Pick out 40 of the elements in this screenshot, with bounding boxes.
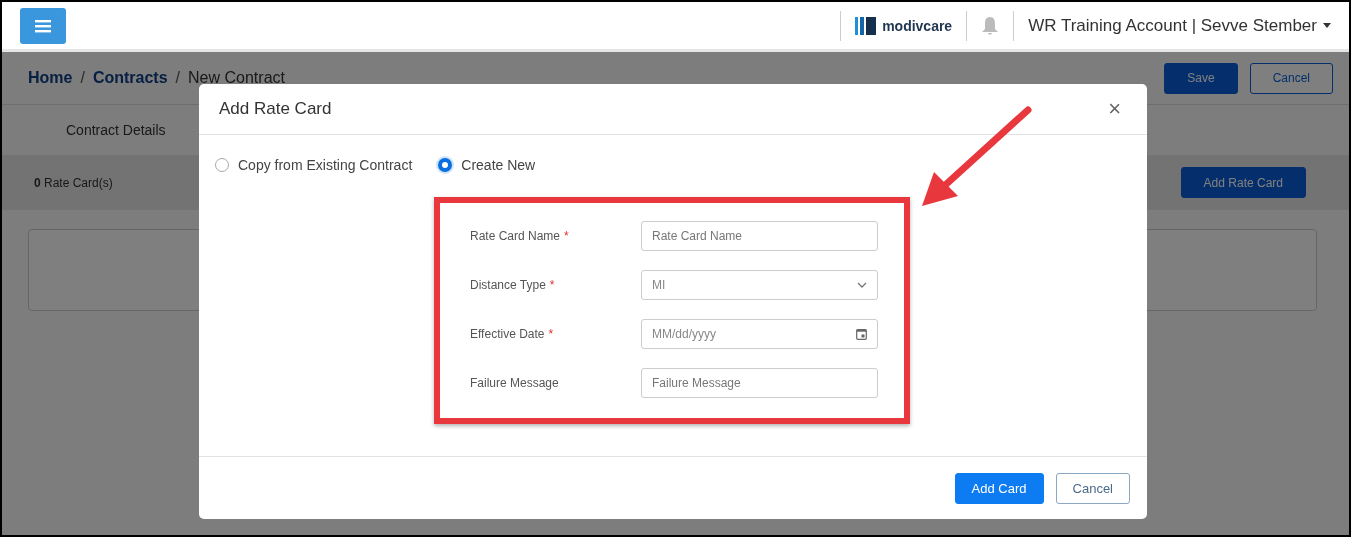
calendar-icon — [856, 328, 867, 340]
breadcrumb-current: New Contract — [188, 69, 285, 87]
radio-button[interactable] — [215, 158, 229, 172]
field-label: Distance Type — [470, 278, 546, 292]
breadcrumb-separator: / — [80, 69, 85, 87]
chevron-down-icon — [857, 282, 867, 288]
distance-type-select[interactable]: MI — [641, 270, 878, 300]
logo-text: modivcare — [882, 17, 953, 34]
dialog-title: Add Rate Card — [219, 99, 332, 119]
add-card-button[interactable]: Add Card — [954, 472, 1044, 504]
date-field[interactable]: MM/dd/yyyy — [641, 319, 878, 349]
input-field[interactable]: Rate Card Name — [641, 221, 878, 251]
cancel-button[interactable]: Cancel — [1249, 62, 1333, 94]
menu-icon — [35, 18, 51, 33]
field-label: Failure Message — [470, 376, 559, 390]
add-rate-card-button[interactable]: Add Rate Card — [1180, 167, 1306, 198]
breadcrumb-link[interactable]: Home — [28, 69, 73, 87]
field-label: Rate Card Name — [470, 229, 561, 243]
breadcrumb-link[interactable]: Contracts — [92, 69, 168, 87]
field-label: Effective Date — [470, 327, 545, 341]
account-menu[interactable]: WR Training Account | Sevve Stember — [1028, 15, 1331, 36]
radio-label: Create New — [461, 157, 536, 173]
required-mark: * — [548, 327, 554, 341]
radio-option[interactable]: Create New — [438, 157, 536, 173]
required-mark: * — [549, 278, 555, 292]
section-tab[interactable]: Contract Details — [66, 122, 166, 138]
breadcrumb-separator: / — [175, 69, 181, 87]
logo-icon — [855, 16, 878, 35]
save-button[interactable]: Save — [1164, 62, 1238, 94]
cancel-button[interactable]: Cancel — [1055, 472, 1130, 504]
bell-icon[interactable] — [981, 15, 1000, 36]
radio-button[interactable] — [438, 158, 453, 172]
input-field[interactable]: Failure Message — [641, 368, 878, 398]
close-button[interactable]: × — [1104, 96, 1125, 122]
menu-button[interactable] — [20, 7, 66, 44]
select-value: MI — [652, 278, 666, 292]
rate-card-count: 0 Rate Card(s) — [34, 175, 113, 190]
caret-icon — [1323, 23, 1331, 28]
required-mark: * — [564, 229, 569, 243]
placeholder-text: MM/dd/yyyy — [652, 327, 716, 341]
